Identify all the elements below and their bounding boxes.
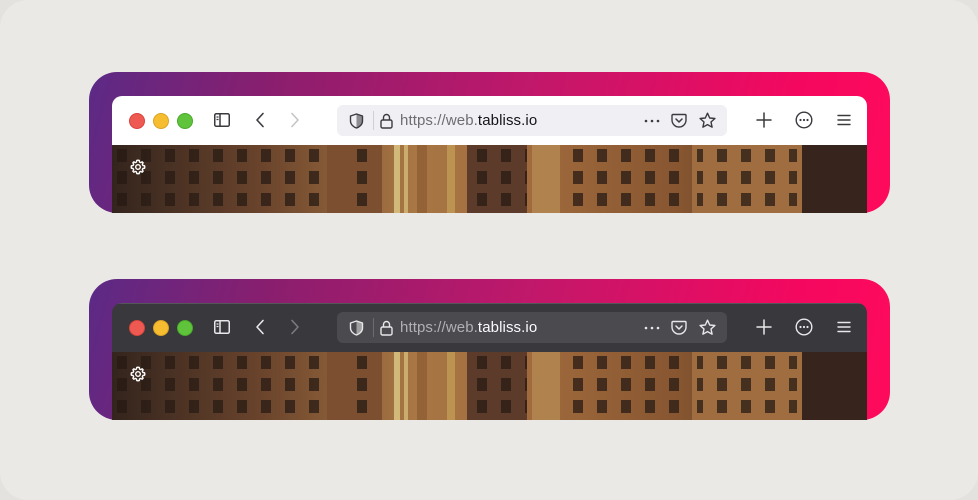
page-content: [112, 145, 867, 213]
maximize-button[interactable]: [177, 113, 193, 129]
background-image: [112, 145, 867, 213]
url-subdomain: web.: [445, 319, 478, 336]
showcase-canvas: https://web.tabliss.io https://web.tabli…: [0, 0, 978, 500]
sidebar-icon[interactable]: [213, 112, 231, 128]
extensions-icon[interactable]: [794, 317, 813, 336]
browser-window-dark: https://web.tabliss.io: [112, 303, 867, 420]
close-button[interactable]: [129, 320, 145, 336]
shield-icon[interactable]: [348, 319, 364, 336]
background-image: [112, 352, 867, 420]
more-icon[interactable]: [642, 112, 662, 129]
url-host: tabliss.io: [477, 319, 538, 336]
back-icon[interactable]: [252, 318, 268, 336]
maximize-button[interactable]: [177, 320, 193, 336]
gear-icon[interactable]: [130, 366, 146, 382]
star-icon[interactable]: [698, 318, 717, 337]
url-scheme: https://: [400, 319, 446, 336]
url-host: tabliss.io: [477, 112, 538, 129]
url-subdomain: web.: [445, 112, 478, 129]
light-window-frame: https://web.tabliss.io: [89, 72, 890, 213]
back-icon[interactable]: [252, 111, 268, 129]
star-icon[interactable]: [698, 111, 717, 130]
url-separator: [373, 111, 374, 130]
pocket-icon[interactable]: [670, 319, 688, 336]
extensions-icon[interactable]: [794, 110, 813, 129]
minimize-button[interactable]: [153, 113, 169, 129]
url-scheme: https://: [400, 112, 446, 129]
pocket-icon[interactable]: [670, 112, 688, 129]
sidebar-icon[interactable]: [213, 319, 231, 335]
url-separator: [373, 318, 374, 337]
url-bar[interactable]: https://web.tabliss.io: [337, 312, 727, 343]
toolbar: https://web.tabliss.io: [112, 303, 867, 353]
menu-icon[interactable]: [836, 319, 852, 335]
toolbar: https://web.tabliss.io: [112, 96, 867, 146]
url-bar[interactable]: https://web.tabliss.io: [337, 105, 727, 136]
gear-icon[interactable]: [130, 159, 146, 175]
url-text[interactable]: https://web.tabliss.io: [400, 112, 537, 129]
new-tab-icon[interactable]: [755, 111, 773, 129]
menu-icon[interactable]: [836, 112, 852, 128]
minimize-button[interactable]: [153, 320, 169, 336]
new-tab-icon[interactable]: [755, 318, 773, 336]
lock-icon[interactable]: [379, 112, 393, 129]
shield-icon[interactable]: [348, 112, 364, 129]
url-text[interactable]: https://web.tabliss.io: [400, 319, 537, 336]
forward-icon[interactable]: [287, 111, 303, 129]
lock-icon[interactable]: [379, 319, 393, 336]
forward-icon[interactable]: [287, 318, 303, 336]
close-button[interactable]: [129, 113, 145, 129]
dark-window-frame: https://web.tabliss.io: [89, 279, 890, 420]
more-icon[interactable]: [642, 319, 662, 336]
page-content: [112, 352, 867, 420]
browser-window-light: https://web.tabliss.io: [112, 96, 867, 213]
